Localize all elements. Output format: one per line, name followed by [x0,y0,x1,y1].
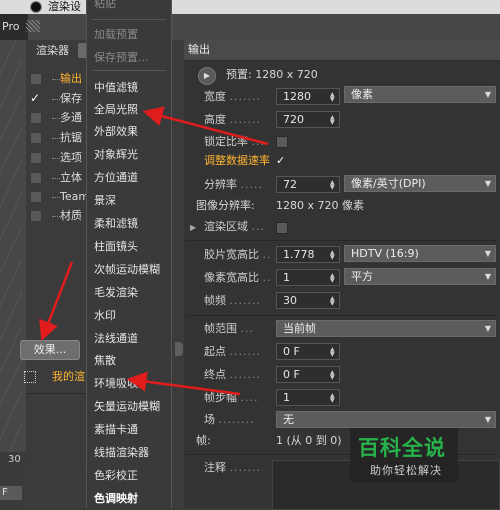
annotation-arrows [39,106,269,396]
arrow-to-global-illumination [142,106,269,146]
arrow-to-ambient-occlusion [126,371,241,396]
arrow-to-effects-button [39,261,74,341]
